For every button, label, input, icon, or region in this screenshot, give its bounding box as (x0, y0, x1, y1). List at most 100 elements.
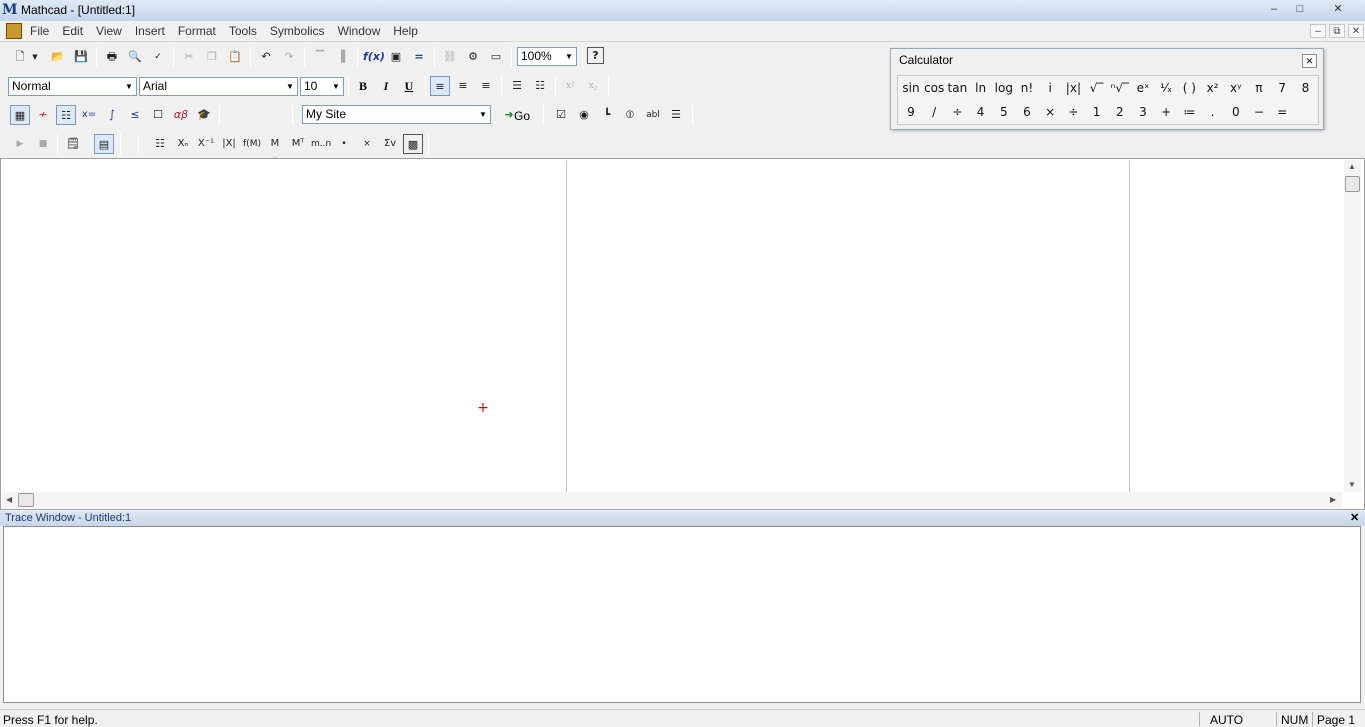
calculator-key[interactable]: xʸ (1225, 77, 1247, 99)
bold-button[interactable]: B (353, 76, 373, 96)
close-button[interactable]: ✕ (1326, 1, 1350, 17)
calculator-key[interactable]: ≔ (1178, 101, 1200, 123)
print-icon[interactable]: 🖶 (102, 47, 122, 67)
slider-control-icon[interactable]: ⦶ (620, 105, 640, 125)
trace-window-icon[interactable]: ▤ (94, 134, 114, 154)
subscript-index-icon[interactable]: Xₙ (173, 134, 193, 154)
calculator-key[interactable]: × (1039, 101, 1061, 123)
subscript-button[interactable]: x₂ (583, 76, 603, 96)
new-dropdown-icon[interactable]: ▼ (29, 47, 41, 67)
calculator-key[interactable]: 1 (1086, 101, 1108, 123)
calculator-key[interactable]: ÷ (1062, 101, 1084, 123)
calculator-key[interactable]: 7 (1271, 77, 1293, 99)
matrix-toolbar-icon[interactable]: ☷ (56, 105, 76, 125)
copy-icon[interactable]: ❐ (202, 47, 222, 67)
cut-icon[interactable]: ✂ (179, 47, 199, 67)
calculator-key[interactable]: = (1271, 101, 1293, 123)
document-icon[interactable] (6, 23, 22, 39)
minimize-button[interactable]: – (1262, 1, 1286, 17)
vector-sum-icon[interactable]: Σv (380, 134, 400, 154)
superscript-button[interactable]: x² (560, 76, 580, 96)
vertical-scroll-thumb[interactable] (1345, 176, 1360, 192)
insert-function-icon[interactable]: f(x) (363, 47, 385, 67)
trace-close-button[interactable]: ✕ (1350, 511, 1359, 524)
calculator-key[interactable]: |x| (1062, 77, 1084, 99)
calculate-icon[interactable]: = (409, 47, 429, 67)
calculator-key[interactable]: ¹⁄ₓ (1155, 77, 1177, 99)
calculator-key[interactable]: ( ) (1178, 77, 1200, 99)
calculator-key[interactable]: + (1155, 101, 1177, 123)
scroll-up-icon[interactable]: ▲ (1348, 162, 1356, 171)
open-folder-icon[interactable]: 📂 (48, 47, 68, 67)
calculator-key[interactable]: √‾ (1086, 77, 1108, 99)
redo-icon[interactable]: ↷ (279, 47, 299, 67)
menu-help[interactable]: Help (393, 24, 426, 38)
save-icon[interactable]: 💾 (71, 47, 91, 67)
scroll-left-icon[interactable]: ◀ (6, 495, 12, 504)
numbered-list-icon[interactable]: ☷ (530, 76, 550, 96)
calculator-close-button[interactable]: ✕ (1302, 54, 1317, 68)
scroll-right-icon[interactable]: ▶ (1330, 495, 1336, 504)
calculator-key[interactable]: ln (970, 77, 992, 99)
vectorize-icon[interactable]: f(M) (242, 134, 262, 154)
calculator-key[interactable]: sin (900, 77, 922, 99)
boolean-toolbar-icon[interactable]: ≤ (125, 105, 145, 125)
menu-format[interactable]: Format (178, 24, 224, 38)
stop-icon[interactable]: ■ (33, 134, 53, 154)
calculator-key[interactable]: ⁿ√‾ (1109, 77, 1131, 99)
calculator-key[interactable]: 0 (1225, 101, 1247, 123)
maximize-button[interactable]: □ (1288, 1, 1312, 17)
menu-insert[interactable]: Insert (135, 24, 173, 38)
menu-edit[interactable]: Edit (62, 24, 91, 38)
zoom-select[interactable]: 100% ▼ (517, 47, 577, 66)
calculator-toolbar-icon[interactable]: ▦ (10, 105, 30, 125)
insert-component-icon[interactable]: ⚙ (463, 47, 483, 67)
calculator-key[interactable]: i (1039, 77, 1061, 99)
inverse-icon[interactable]: X⁻¹ (196, 134, 216, 154)
textbox-control-icon[interactable]: abl (643, 105, 663, 125)
align-down-icon[interactable]: ▐ (331, 47, 351, 67)
print-preview-icon[interactable]: 🔍 (125, 47, 145, 67)
radio-control-icon[interactable]: ◉ (574, 105, 594, 125)
calculator-key[interactable]: . (1202, 101, 1224, 123)
doc-close-button[interactable]: ✕ (1348, 24, 1364, 38)
underline-button[interactable]: U (399, 76, 419, 96)
dot-product-icon[interactable]: • (334, 134, 354, 154)
new-document-icon[interactable]: 🗋 (10, 47, 30, 67)
calculator-key[interactable]: x² (1202, 77, 1224, 99)
help-icon[interactable]: ? (587, 47, 604, 64)
graph-toolbar-icon[interactable]: ≁ (33, 105, 53, 125)
symbolic-toolbar-icon[interactable]: 🎓 (194, 105, 214, 125)
calculator-key[interactable]: π (1248, 77, 1270, 99)
align-right-icon[interactable]: ≡ (476, 76, 496, 96)
doc-restore-button[interactable]: ⧉ (1329, 24, 1345, 38)
greek-toolbar-icon[interactable]: αβ (171, 105, 191, 125)
menu-symbolics[interactable]: Symbolics (270, 24, 333, 38)
horizontal-scrollbar[interactable]: ◀ ▶ (2, 492, 1342, 508)
cross-product-icon[interactable]: × (357, 134, 377, 154)
align-across-icon[interactable]: ▔ (310, 47, 330, 67)
calculator-key[interactable]: / (923, 101, 945, 123)
worksheet[interactable] (0, 158, 1365, 510)
bullet-list-icon[interactable]: ☰ (507, 76, 527, 96)
calculator-key[interactable]: n! (1016, 77, 1038, 99)
push-button-control-icon[interactable]: ┗ (597, 105, 617, 125)
column-icon[interactable]: M〈〉 (265, 134, 285, 169)
calculator-key[interactable]: 4 (970, 101, 992, 123)
menu-file[interactable]: File (30, 24, 57, 38)
calculator-key[interactable]: 2 (1109, 101, 1131, 123)
calculator-key[interactable]: tan (946, 77, 968, 99)
transpose-icon[interactable]: Mᵀ (288, 134, 308, 154)
font-size-select[interactable]: 10 ▼ (300, 77, 344, 96)
vertical-scrollbar[interactable]: ▲ ▼ (1344, 160, 1361, 492)
programming-toolbar-icon[interactable]: ☐ (148, 105, 168, 125)
horizontal-scroll-thumb[interactable] (18, 493, 34, 507)
style-select[interactable]: Normal ▼ (8, 77, 137, 96)
listbox-control-icon[interactable]: ☰ (666, 105, 686, 125)
resource-center-icon[interactable]: ▭ (486, 47, 506, 67)
menu-window[interactable]: Window (338, 24, 389, 38)
calculator-key[interactable]: log (993, 77, 1015, 99)
calculator-key[interactable]: ÷ (946, 101, 968, 123)
insert-hyperlink-icon[interactable]: ⛓ (440, 47, 460, 67)
calculator-key[interactable]: 9 (900, 101, 922, 123)
